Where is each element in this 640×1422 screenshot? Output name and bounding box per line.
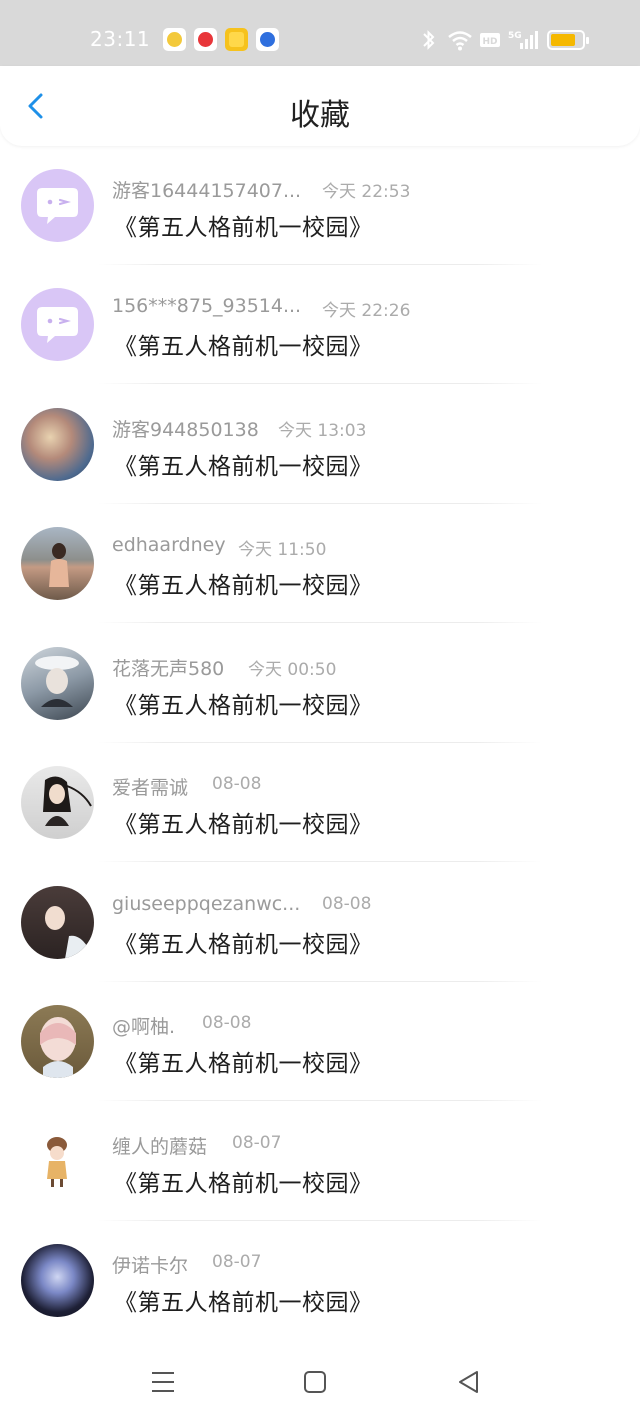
status-bar: 23:11 HD 5G <box>0 0 640 66</box>
work-title: 《第五人格前机一校园》 <box>114 812 373 838</box>
chat-notif-icon <box>163 28 186 51</box>
user-name: giuseeppqezanwc... <box>112 893 301 915</box>
battery-level <box>551 34 575 46</box>
chat-bubble-icon <box>37 188 78 224</box>
home-icon[interactable] <box>300 1368 330 1396</box>
list-item[interactable]: 花落无声580 今天 00:50 《第五人格前机一校园》 <box>0 624 640 743</box>
user-name: 游客16444157407... <box>112 180 302 202</box>
work-title: 《第五人格前机一校园》 <box>114 1290 373 1316</box>
divider <box>98 622 542 623</box>
work-title: 《第五人格前机一校园》 <box>114 573 373 599</box>
user-name: 156***875_93514... <box>112 295 302 317</box>
list-item[interactable]: edhaardney 今天 11:50 《第五人格前机一校园》 <box>0 504 640 623</box>
list-item[interactable]: 爱者需诚 08-08 《第五人格前机一校园》 <box>0 743 640 862</box>
system-nav-bar <box>0 1342 640 1422</box>
list-item[interactable]: 游客944850138 今天 13:03 《第五人格前机一校园》 <box>0 385 640 504</box>
user-name: 缠人的蘑菇 <box>112 1136 208 1158</box>
timestamp: 08-08 <box>322 894 372 914</box>
work-title: 《第五人格前机一校园》 <box>114 1051 373 1077</box>
photo-avatar[interactable] <box>21 1005 94 1078</box>
divider <box>98 861 542 862</box>
work-title: 《第五人格前机一校园》 <box>114 215 373 241</box>
photo-avatar[interactable] <box>21 527 94 600</box>
work-title: 《第五人格前机一校园》 <box>114 1171 373 1197</box>
user-name: @啊柚. <box>112 1016 176 1038</box>
user-name: edhaardney <box>112 534 226 556</box>
menu-icon[interactable] <box>148 1368 178 1396</box>
svg-text:5G: 5G <box>508 31 522 41</box>
timestamp: 08-08 <box>212 774 262 794</box>
user-name: 花落无声580 <box>112 658 225 680</box>
hd-icon: HD <box>480 33 500 47</box>
timestamp: 08-07 <box>212 1252 262 1272</box>
photo-avatar[interactable] <box>21 886 94 959</box>
photo-avatar[interactable] <box>21 408 94 481</box>
status-time: 23:11 <box>90 27 151 51</box>
list-item[interactable]: @啊柚. 08-08 《第五人格前机一校园》 <box>0 982 640 1101</box>
work-title: 《第五人格前机一校园》 <box>114 334 373 360</box>
timestamp: 今天 22:26 <box>322 301 411 321</box>
user-name: 爱者需诚 <box>112 777 189 799</box>
back-triangle-icon[interactable] <box>454 1368 484 1396</box>
list-item[interactable]: 游客16444157407... 今天 22:53 《第五人格前机一校园》 <box>0 146 640 265</box>
photo-avatar[interactable] <box>21 1244 94 1317</box>
svg-text:HD: HD <box>482 37 497 47</box>
divider <box>98 383 542 384</box>
timestamp: 今天 00:50 <box>248 660 337 680</box>
baidu-notif-icon <box>256 28 279 51</box>
header: 收藏 <box>0 66 640 146</box>
list-item[interactable]: 156***875_93514... 今天 22:26 《第五人格前机一校园》 <box>0 265 640 384</box>
signal-5g-icon: 5G <box>508 31 538 49</box>
battery-icon <box>547 30 589 50</box>
list-item[interactable]: 伊诺卡尔 08-07 《第五人格前机一校园》 <box>0 1221 640 1340</box>
timestamp: 今天 13:03 <box>278 421 367 441</box>
note-notif-icon <box>225 28 248 51</box>
bluetooth-icon <box>423 30 435 50</box>
user-name: 伊诺卡尔 <box>112 1255 189 1277</box>
default-chat-avatar[interactable] <box>21 169 94 242</box>
wifi-icon <box>448 31 472 51</box>
work-title: 《第五人格前机一校园》 <box>114 693 373 719</box>
list-item[interactable]: 缠人的蘑菇 08-07 《第五人格前机一校园》 <box>0 1102 640 1221</box>
divider <box>98 1100 542 1101</box>
work-title: 《第五人格前机一校园》 <box>114 454 373 480</box>
work-title: 《第五人格前机一校园》 <box>114 932 373 958</box>
photo-avatar[interactable] <box>21 1125 94 1198</box>
default-chat-avatar[interactable] <box>21 288 94 361</box>
chat-bubble-icon <box>37 307 78 343</box>
video-notif-icon <box>194 28 217 51</box>
list-item[interactable]: giuseeppqezanwc... 08-08 《第五人格前机一校园》 <box>0 863 640 982</box>
user-name: 游客944850138 <box>112 419 259 441</box>
timestamp: 今天 11:50 <box>238 540 327 560</box>
timestamp: 08-07 <box>232 1133 282 1153</box>
timestamp: 08-08 <box>202 1013 252 1033</box>
photo-avatar[interactable] <box>21 647 94 720</box>
photo-avatar[interactable] <box>21 766 94 839</box>
page-title: 收藏 <box>290 98 350 133</box>
timestamp: 今天 22:53 <box>322 182 411 202</box>
